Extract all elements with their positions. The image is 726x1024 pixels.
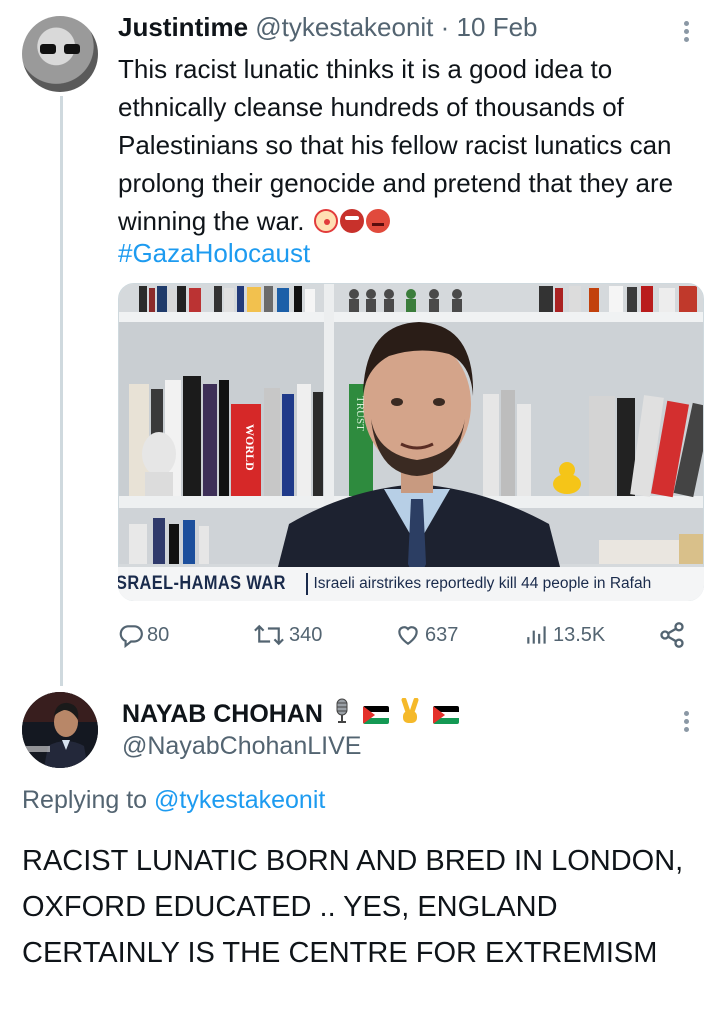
- like-button[interactable]: 637: [394, 618, 458, 652]
- replying-to-link[interactable]: @tykestakeonit: [154, 786, 325, 814]
- tweet-action-bar: 80 340 637 13.5K: [118, 618, 708, 652]
- author-name[interactable]: Justintime: [118, 12, 248, 42]
- tweet-text: This racist lunatic thinks it is a good …: [118, 50, 708, 240]
- repost-count: 340: [289, 623, 323, 646]
- views-button[interactable]: 13.5K: [524, 618, 605, 652]
- microphone-icon: [333, 698, 351, 731]
- palestine-flag-icon: [432, 705, 459, 724]
- reply-icon: [119, 625, 143, 648]
- ogre-icon: [339, 209, 364, 233]
- book-label-trust: TRUST: [354, 396, 366, 431]
- more-options-icon[interactable]: [676, 708, 696, 736]
- tweet-date[interactable]: 10 Feb: [457, 12, 538, 42]
- clown-face-icon: [313, 209, 338, 233]
- heart-icon: [398, 626, 418, 645]
- chyron-tag: SRAEL-HAMAS WAR: [118, 573, 286, 594]
- repost-button[interactable]: 340: [252, 618, 322, 652]
- reply-author-name[interactable]: NAYAB CHOHAN: [122, 700, 323, 729]
- more-options-icon[interactable]: [676, 18, 696, 46]
- views-chart-icon: [527, 626, 546, 644]
- share-button[interactable]: [658, 618, 689, 652]
- like-count: 637: [425, 623, 459, 646]
- reply-button[interactable]: 80: [118, 618, 169, 652]
- tweet-body: This racist lunatic thinks it is a good …: [118, 54, 674, 236]
- tweet-media-image[interactable]: WORLD TRUST: [118, 283, 704, 601]
- news-chyron: SRAEL-HAMAS WAR Israeli airstrikes repor…: [118, 567, 704, 601]
- angry-face-icon: [365, 209, 390, 233]
- replying-to-line: Replying to @tykestakeonit: [22, 786, 325, 815]
- avatar-photo: [22, 692, 98, 768]
- tweet-header: Justintime @tykestakeonit · 10 Feb: [118, 12, 538, 43]
- thread-connector-line: [60, 96, 63, 686]
- meta-separator: ·: [440, 12, 450, 42]
- repost-icon: [254, 624, 284, 646]
- chyron-divider: [305, 573, 308, 595]
- victory-hand-icon: [399, 697, 421, 731]
- reply-author-handle[interactable]: @NayabChohanLIVE: [122, 732, 361, 761]
- chyron-headline: Israeli airstrikes reportedly kill 44 pe…: [313, 575, 652, 592]
- views-count: 13.5K: [553, 623, 606, 646]
- reply-tweet-text: RACIST LUNATIC BORN AND BRED IN LONDON, …: [22, 845, 684, 969]
- reply-author-name-row[interactable]: NAYAB CHOHAN: [122, 697, 459, 731]
- share-icon: [660, 622, 684, 648]
- news-broadcast-still: WORLD TRUST: [119, 284, 703, 600]
- reply-author-avatar[interactable]: [22, 692, 98, 768]
- sunglasses-icon: [40, 44, 80, 54]
- replying-prefix: Replying to: [22, 786, 148, 814]
- author-avatar[interactable]: [22, 16, 98, 92]
- book-label-world: WORLD: [243, 424, 257, 471]
- author-handle[interactable]: @tykestakeonit: [255, 12, 433, 42]
- hashtag-link[interactable]: #GazaHolocaust: [118, 238, 310, 269]
- palestine-flag-icon: [362, 705, 389, 724]
- reply-count: 80: [147, 623, 170, 646]
